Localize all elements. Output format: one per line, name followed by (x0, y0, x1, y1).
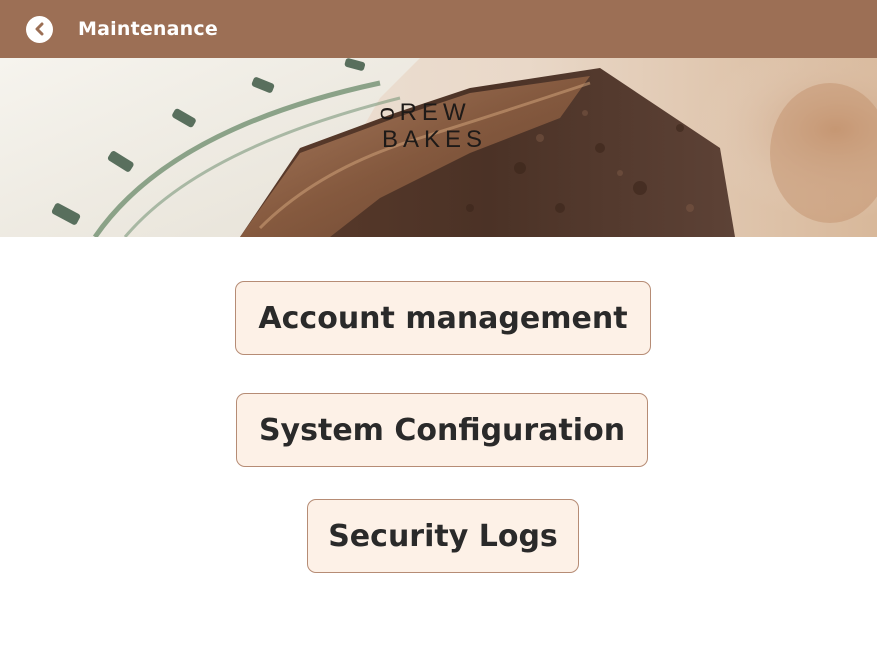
account-management-button[interactable]: Account management (235, 281, 651, 355)
security-logs-button[interactable]: Security Logs (307, 499, 579, 573)
page-title: Maintenance (78, 18, 218, 40)
logo-line-1: ᴑREW (380, 99, 471, 126)
maintenance-screen: Maintenance ᴑREW BAKES Account managemen… (0, 0, 877, 650)
logo-line-2: BAKES (382, 126, 488, 153)
drew-bakes-logo: ᴑREW BAKES (380, 100, 510, 152)
chevron-left-icon (35, 22, 43, 36)
title-bar: Maintenance (0, 0, 877, 58)
back-button[interactable] (26, 15, 53, 43)
system-configuration-button[interactable]: System Configuration (236, 393, 648, 467)
